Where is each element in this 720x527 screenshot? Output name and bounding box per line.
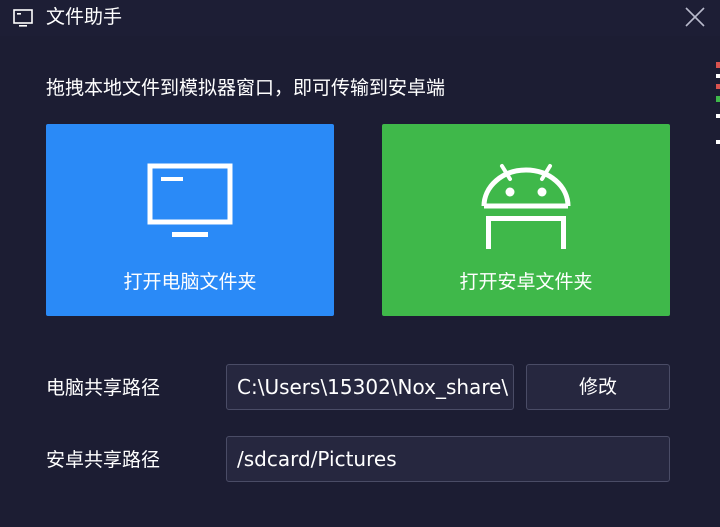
open-pc-folder-button[interactable]: 打开电脑文件夹 [46,124,334,316]
open-pc-folder-label: 打开电脑文件夹 [123,271,257,293]
monitor-icon [147,163,233,237]
pc-share-path-label: 电脑共享路径 [46,377,161,399]
pc-share-path-field[interactable]: C:\Users\15302\Nox_share\ [226,364,514,410]
monitor-icon [13,9,33,27]
open-android-folder-button[interactable]: 打开安卓文件夹 [382,124,670,316]
open-android-folder-label: 打开安卓文件夹 [459,271,593,293]
android-share-path-field[interactable]: /sdcard/Pictures [226,436,670,482]
modify-button[interactable]: 修改 [526,364,670,410]
drag-instruction-text: 拖拽本地文件到模拟器窗口，即可传输到安卓端 [46,77,446,99]
close-icon[interactable] [680,2,710,32]
android-share-path-label: 安卓共享路径 [46,449,161,471]
android-icon [481,164,571,249]
file-assistant-window: 文件助手 拖拽本地文件到模拟器窗口，即可传输到安卓端 打开电脑文件夹 打开安卓文… [0,0,720,527]
titlebar: 文件助手 [0,0,720,36]
background-window-edge [715,44,720,154]
window-title: 文件助手 [46,6,123,28]
